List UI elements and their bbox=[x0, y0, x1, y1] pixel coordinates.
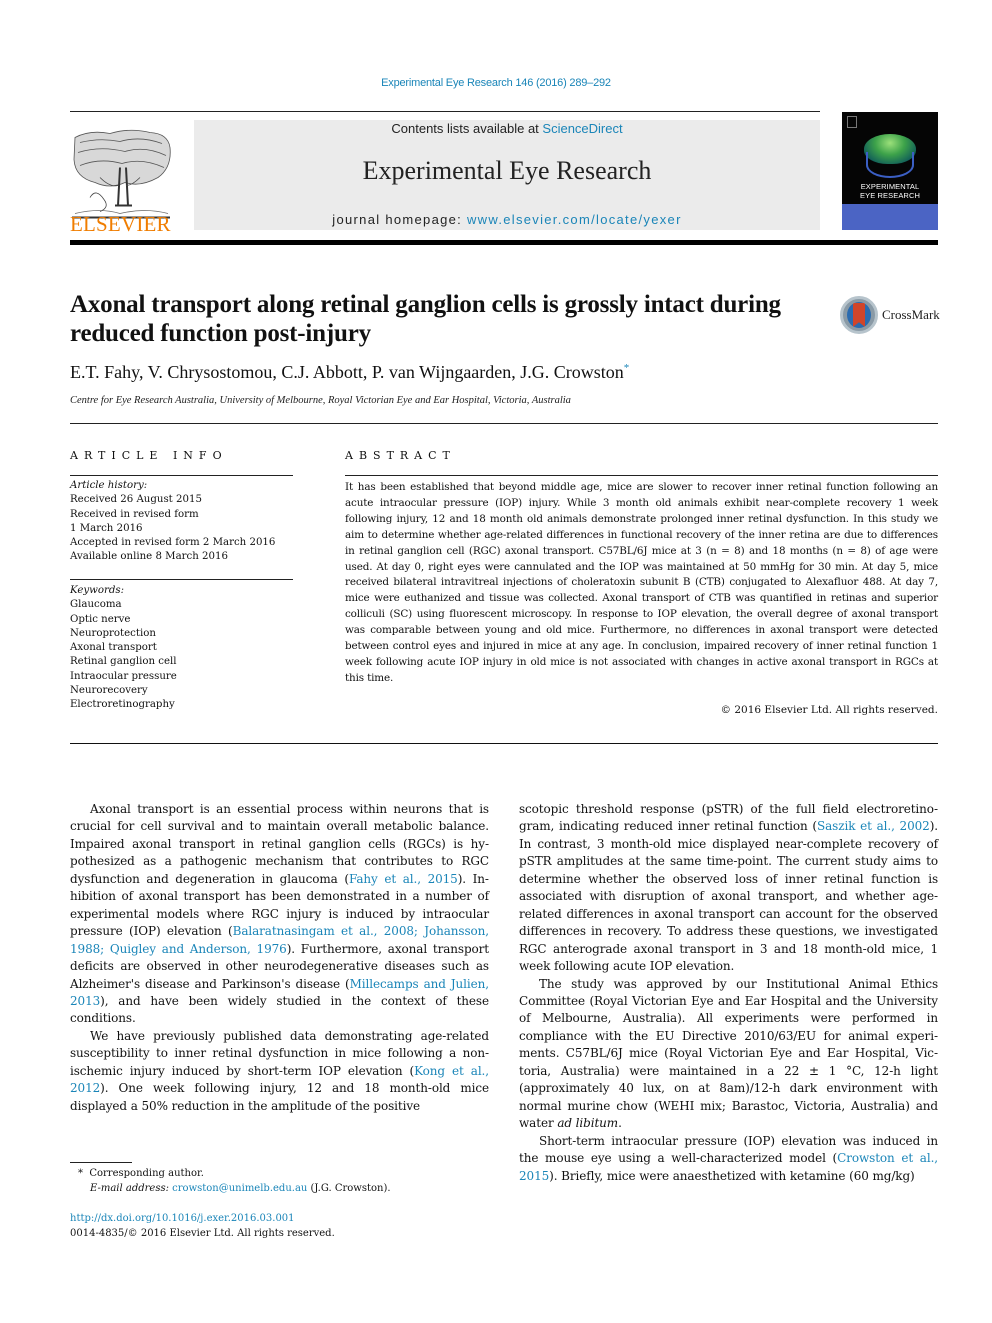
journal-name: Experimental Eye Research bbox=[362, 156, 652, 185]
cover-title: EXPERIMENTAL EYE RESEARCH bbox=[842, 182, 938, 200]
author-email-link[interactable]: crowston@unimelb.edu.au bbox=[172, 1183, 307, 1194]
crossmark-icon bbox=[840, 296, 878, 334]
history-item: Accepted in revised form 2 March 2016 bbox=[70, 537, 276, 549]
journal-homepage-link[interactable]: www.elsevier.com/locate/yexer bbox=[467, 212, 682, 227]
keyword-item: Glaucoma bbox=[70, 599, 122, 611]
authors-text: E.T. Fahy, V. Chrysostomou, C.J. Abbott,… bbox=[70, 362, 624, 382]
footnote-text: Corresponding author. bbox=[89, 1168, 204, 1179]
abstract-copyright: © 2016 Elsevier Ltd. All rights reserved… bbox=[720, 704, 938, 716]
article-info-heading: ARTICLE INFO bbox=[70, 449, 228, 462]
cover-publisher-icon bbox=[847, 116, 857, 128]
article-history: Article history: Received 26 August 2015… bbox=[70, 479, 300, 565]
author-list: E.T. Fahy, V. Chrysostomou, C.J. Abbott,… bbox=[70, 362, 629, 383]
contents-line: Contents lists available at ScienceDirec… bbox=[194, 120, 820, 136]
keyword-item: Neurorecovery bbox=[70, 685, 148, 697]
reference-link[interactable]: Fahy et al., 2015 bbox=[349, 872, 458, 886]
history-item: Available online 8 March 2016 bbox=[70, 551, 228, 563]
history-item: 1 March 2016 bbox=[70, 522, 143, 534]
footnote-rule bbox=[70, 1162, 132, 1163]
body-column-left: Axonal transport is an essential process… bbox=[70, 801, 489, 1115]
keywords-rule bbox=[70, 579, 293, 580]
body-paragraph: scotopic threshold response (pSTR) of th… bbox=[519, 802, 938, 974]
homepage-line: journal homepage: www.elsevier.com/locat… bbox=[194, 212, 820, 227]
history-item: Received 26 August 2015 bbox=[70, 494, 202, 506]
title-divider bbox=[70, 423, 938, 424]
contents-prefix: Contents lists available at bbox=[391, 121, 543, 136]
affiliation: Centre for Eye Research Australia, Unive… bbox=[70, 395, 571, 406]
keyword-item: Retinal ganglion cell bbox=[70, 656, 177, 668]
crossmark-label: CrossMark bbox=[882, 307, 940, 322]
history-label: Article history: bbox=[70, 480, 148, 491]
keyword-item: Optic nerve bbox=[70, 613, 131, 625]
journal-cover-image[interactable]: EXPERIMENTAL EYE RESEARCH bbox=[842, 112, 938, 230]
article-title: Axonal transport along retinal ganglion … bbox=[70, 291, 781, 347]
corresponding-author-footnote: * Corresponding author. E-mail address: … bbox=[70, 1166, 391, 1196]
keywords-list: Keywords: Glaucoma Optic nerve Neuroprot… bbox=[70, 584, 300, 713]
elsevier-wordmark: ELSEVIER bbox=[70, 212, 171, 236]
body-paragraph: Short-term intraocular pressure (IOP) el… bbox=[519, 1133, 939, 1183]
doi-link[interactable]: http://dx.doi.org/10.1016/j.exer.2016.03… bbox=[70, 1213, 295, 1224]
abstract-rule bbox=[345, 475, 938, 476]
journal-citation-link[interactable]: Experimental Eye Research 146 (2016) 289… bbox=[0, 77, 992, 89]
doi-block: http://dx.doi.org/10.1016/j.exer.2016.03… bbox=[70, 1211, 335, 1241]
body-column-right: scotopic threshold response (pSTR) of th… bbox=[519, 801, 938, 1185]
header-thick-rule bbox=[70, 240, 938, 245]
body-paragraph: Axonal transport is an essential process… bbox=[70, 802, 490, 1026]
keyword-item: Neuroprotection bbox=[70, 627, 156, 639]
footnote-mark: * bbox=[78, 1168, 83, 1179]
keyword-item: Intraocular pressure bbox=[70, 670, 177, 682]
keyword-item: Axonal transport bbox=[70, 642, 157, 654]
issn-copyright: 0014-4835/© 2016 Elsevier Ltd. All right… bbox=[70, 1228, 335, 1239]
crossmark-button[interactable]: CrossMark bbox=[840, 296, 940, 334]
cover-title-line1: EXPERIMENTAL bbox=[860, 182, 920, 191]
history-item: Received in revised form bbox=[70, 508, 199, 520]
corresponding-author-mark[interactable]: * bbox=[624, 362, 630, 374]
keyword-item: Electroretinography bbox=[70, 699, 175, 711]
journal-banner: Contents lists available at ScienceDirec… bbox=[194, 120, 820, 230]
front-matter-divider bbox=[70, 743, 938, 744]
reference-link[interactable]: Saszik et al., 2002 bbox=[817, 819, 930, 833]
abstract-heading: ABSTRACT bbox=[345, 449, 456, 462]
cover-blue-band bbox=[842, 204, 938, 230]
email-label: E-mail address: bbox=[90, 1183, 169, 1194]
cover-eye-outline-icon bbox=[866, 152, 914, 178]
article-info-rule bbox=[70, 475, 293, 476]
homepage-prefix: journal homepage: bbox=[332, 212, 467, 227]
sciencedirect-link[interactable]: ScienceDirect bbox=[542, 121, 622, 136]
body-paragraph: We have previously published data demons… bbox=[70, 1028, 489, 1113]
abstract-text: It has been established that beyond midd… bbox=[345, 481, 938, 684]
keywords-label: Keywords: bbox=[70, 585, 125, 596]
cover-title-line2: EYE RESEARCH bbox=[860, 191, 920, 200]
body-paragraph: The study was approved by our Institutio… bbox=[519, 976, 938, 1131]
email-suffix: (J.G. Crowston). bbox=[307, 1183, 391, 1194]
header-rule bbox=[70, 111, 820, 112]
